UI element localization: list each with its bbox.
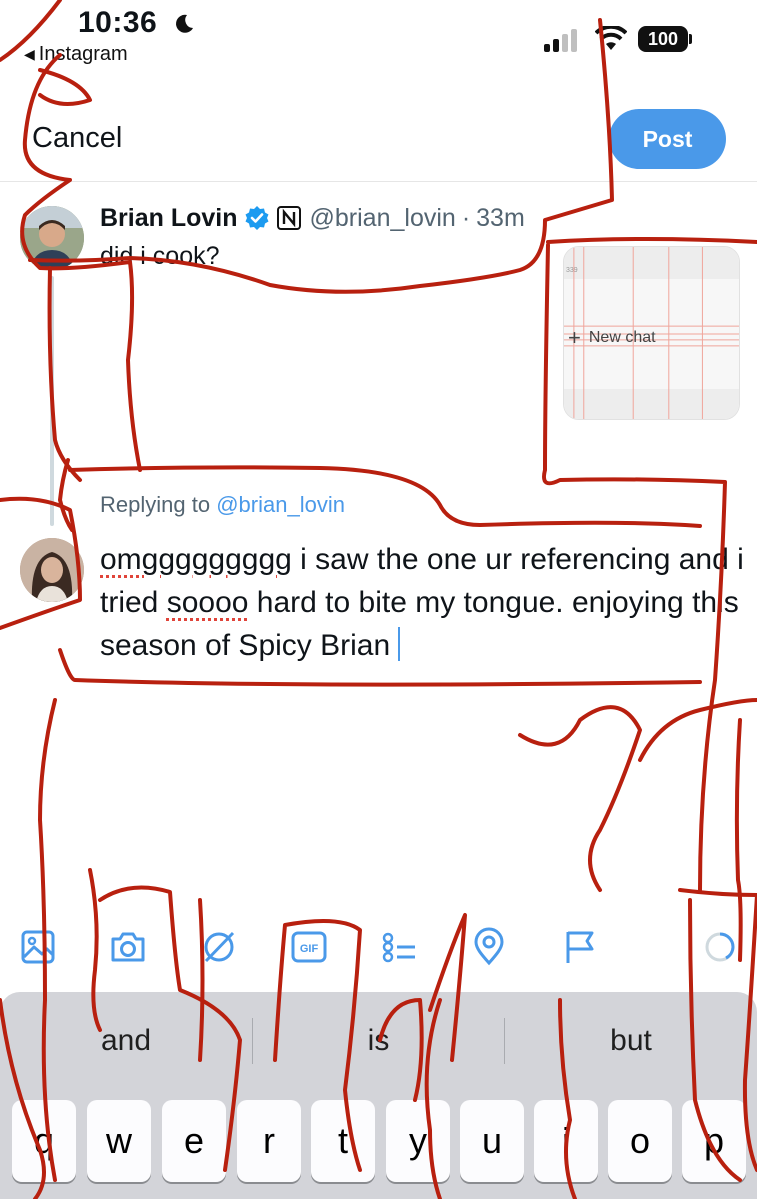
cancel-button[interactable]: Cancel — [32, 122, 122, 155]
text-cursor — [398, 627, 401, 661]
replying-prefix: Replying to — [100, 492, 211, 517]
flag-icon[interactable] — [560, 927, 600, 967]
author-name[interactable]: Brian Lovin — [100, 204, 238, 233]
poll-icon[interactable] — [379, 927, 419, 967]
suggestion-1[interactable]: and — [0, 992, 252, 1090]
meta-separator: · — [461, 203, 471, 232]
gif-icon[interactable]: GIF — [289, 927, 329, 967]
key-t[interactable]: t — [311, 1100, 375, 1182]
tweet-header: Brian Lovin @brian_lovin · 33m — [100, 200, 525, 236]
cellular-signal-icon — [544, 29, 577, 52]
suggestion-3[interactable]: but — [505, 992, 757, 1090]
battery-tip — [689, 34, 692, 44]
key-e[interactable]: e — [162, 1100, 226, 1182]
back-to-app-button[interactable]: ◀ Instagram — [24, 43, 128, 66]
suggestion-2[interactable]: is — [253, 992, 504, 1090]
header-divider — [0, 181, 757, 182]
media-new-chat: + New chat — [568, 325, 656, 351]
back-triangle-icon: ◀ — [24, 46, 35, 62]
misspelled-word-2[interactable]: soooo — [167, 586, 249, 619]
grok-icon[interactable] — [199, 927, 239, 967]
character-count-icon — [700, 927, 740, 967]
key-q[interactable]: q — [12, 1100, 76, 1182]
svg-text:GIF: GIF — [300, 943, 319, 955]
location-icon[interactable] — [469, 927, 509, 967]
compose-toolbar: GIF — [0, 915, 757, 985]
plus-icon: + — [568, 325, 581, 350]
keyboard: and is but q w e r t y u i o p — [0, 992, 757, 1199]
key-r[interactable]: r — [237, 1100, 301, 1182]
key-p[interactable]: p — [682, 1100, 746, 1182]
replying-handle-link[interactable]: @brian_lovin — [216, 492, 345, 517]
back-app-label: Instagram — [38, 43, 128, 65]
wifi-icon — [595, 26, 627, 50]
media-new-chat-label: New chat — [588, 329, 656, 346]
key-u[interactable]: u — [460, 1100, 524, 1182]
battery-level: 100 — [638, 26, 688, 52]
moon-icon — [176, 14, 193, 33]
reply-text-input[interactable]: omggggggggg i saw the one ur referencing… — [100, 538, 750, 667]
my-avatar-image — [20, 538, 84, 602]
tweet-media-thumbnail[interactable]: 339 + New chat — [563, 246, 740, 420]
suggestion-bar: and is but — [0, 992, 757, 1090]
status-time: 10:36 — [78, 6, 158, 39]
tweet-age: 33m — [476, 203, 525, 232]
author-handle[interactable]: @brian_lovin — [310, 204, 456, 233]
verified-badge-icon — [245, 206, 269, 230]
post-button[interactable]: Post — [609, 109, 726, 169]
key-o[interactable]: o — [608, 1100, 672, 1182]
tweet-text: did i cook? — [100, 242, 220, 270]
replying-to-line: Replying to @brian_lovin — [100, 492, 345, 518]
notion-logo-icon — [276, 206, 301, 230]
thread-line — [50, 276, 54, 526]
image-icon[interactable] — [18, 927, 58, 967]
misspelled-word-1[interactable]: omggggggggg — [100, 543, 292, 576]
battery-indicator: 100 — [638, 26, 692, 52]
key-i[interactable]: i — [534, 1100, 598, 1182]
camera-icon[interactable] — [108, 927, 148, 967]
avatar-brian-image — [20, 206, 84, 270]
key-y[interactable]: y — [386, 1100, 450, 1182]
my-avatar[interactable] — [20, 538, 84, 602]
status-bar: 10:36 ◀ Instagram 100 — [0, 0, 757, 72]
key-w[interactable]: w — [87, 1100, 151, 1182]
avatar[interactable] — [20, 206, 84, 270]
